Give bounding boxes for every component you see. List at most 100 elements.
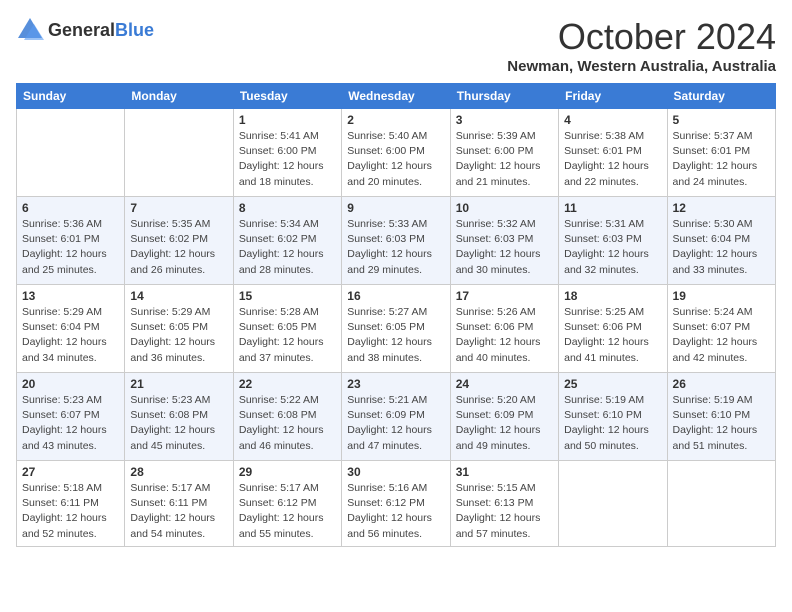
week-row: 1 Sunrise: 5:41 AMSunset: 6:00 PMDaylight…	[17, 109, 776, 197]
calendar-cell	[667, 461, 775, 547]
page-header: GeneralBlue October 2024 Newman, Western…	[16, 16, 776, 75]
day-info: Sunrise: 5:16 AMSunset: 6:12 PMDaylight:…	[347, 481, 444, 542]
day-info: Sunrise: 5:21 AMSunset: 6:09 PMDaylight:…	[347, 393, 444, 454]
day-info: Sunrise: 5:36 AMSunset: 6:01 PMDaylight:…	[22, 217, 119, 278]
day-number: 4	[564, 113, 661, 127]
calendar-cell: 2Sunrise: 5:40 AMSunset: 6:00 PMDaylight…	[342, 109, 450, 197]
calendar-cell: 17 Sunrise: 5:26 AMSunset: 6:06 PMDayligh…	[450, 285, 558, 373]
day-number: 29	[239, 465, 336, 479]
day-number: 15	[239, 289, 336, 303]
day-number: 3	[456, 113, 553, 127]
day-number: 22	[239, 377, 336, 391]
day-number: 23	[347, 377, 444, 391]
location-title: Newman, Western Australia, Australia	[507, 58, 776, 75]
day-info: Sunrise: 5:29 AMSunset: 6:05 PMDaylight:…	[130, 305, 227, 366]
day-info: Sunrise: 5:24 AMSunset: 6:07 PMDaylight:…	[673, 305, 770, 366]
calendar-cell: 18Sunrise: 5:25 AMSunset: 6:06 PMDayligh…	[559, 285, 667, 373]
calendar-cell: 4 Sunrise: 5:38 AMSunset: 6:01 PMDaylight…	[559, 109, 667, 197]
day-info: Sunrise: 5:26 AMSunset: 6:06 PMDaylight:…	[456, 305, 553, 366]
calendar-cell: 30Sunrise: 5:16 AMSunset: 6:12 PMDayligh…	[342, 461, 450, 547]
day-info: Sunrise: 5:23 AMSunset: 6:08 PMDaylight:…	[130, 393, 227, 454]
logo-icon	[16, 16, 44, 44]
day-info: Sunrise: 5:17 AMSunset: 6:12 PMDaylight:…	[239, 481, 336, 542]
day-info: Sunrise: 5:27 AMSunset: 6:05 PMDaylight:…	[347, 305, 444, 366]
day-number: 16	[347, 289, 444, 303]
day-info: Sunrise: 5:28 AMSunset: 6:05 PMDaylight:…	[239, 305, 336, 366]
day-info: Sunrise: 5:19 AMSunset: 6:10 PMDaylight:…	[673, 393, 770, 454]
day-number: 19	[673, 289, 770, 303]
week-row: 27 Sunrise: 5:18 AMSunset: 6:11 PMDayligh…	[17, 461, 776, 547]
day-number: 28	[130, 465, 227, 479]
logo-blue: Blue	[115, 20, 154, 40]
title-area: October 2024 Newman, Western Australia, …	[507, 16, 776, 75]
day-info: Sunrise: 5:32 AMSunset: 6:03 PMDaylight:…	[456, 217, 553, 278]
calendar-cell: 10 Sunrise: 5:32 AMSunset: 6:03 PMDayligh…	[450, 197, 558, 285]
calendar-cell: 5 Sunrise: 5:37 AMSunset: 6:01 PMDaylight…	[667, 109, 775, 197]
day-number: 7	[130, 201, 227, 215]
calendar-cell: 13 Sunrise: 5:29 AMSunset: 6:04 PMDayligh…	[17, 285, 125, 373]
weekday-header: Wednesday	[342, 84, 450, 109]
day-number: 24	[456, 377, 553, 391]
weekday-header: Tuesday	[233, 84, 341, 109]
logo-text: GeneralBlue	[48, 20, 154, 41]
day-number: 5	[673, 113, 770, 127]
day-number: 17	[456, 289, 553, 303]
day-info: Sunrise: 5:29 AMSunset: 6:04 PMDaylight:…	[22, 305, 119, 366]
calendar-cell	[559, 461, 667, 547]
weekday-header-row: SundayMondayTuesdayWednesdayThursdayFrid…	[17, 84, 776, 109]
week-row: 20Sunrise: 5:23 AMSunset: 6:07 PMDayligh…	[17, 373, 776, 461]
day-number: 2	[347, 113, 444, 127]
day-info: Sunrise: 5:31 AMSunset: 6:03 PMDaylight:…	[564, 217, 661, 278]
day-info: Sunrise: 5:25 AMSunset: 6:06 PMDaylight:…	[564, 305, 661, 366]
day-info: Sunrise: 5:19 AMSunset: 6:10 PMDaylight:…	[564, 393, 661, 454]
day-info: Sunrise: 5:15 AMSunset: 6:13 PMDaylight:…	[456, 481, 553, 542]
logo-general: General	[48, 20, 115, 40]
day-info: Sunrise: 5:20 AMSunset: 6:09 PMDaylight:…	[456, 393, 553, 454]
week-row: 6 Sunrise: 5:36 AMSunset: 6:01 PMDaylight…	[17, 197, 776, 285]
weekday-header: Thursday	[450, 84, 558, 109]
day-number: 1	[239, 113, 336, 127]
calendar-cell	[17, 109, 125, 197]
day-number: 6	[22, 201, 119, 215]
day-number: 20	[22, 377, 119, 391]
calendar-cell: 1 Sunrise: 5:41 AMSunset: 6:00 PMDaylight…	[233, 109, 341, 197]
calendar-cell: 9 Sunrise: 5:33 AMSunset: 6:03 PMDaylight…	[342, 197, 450, 285]
day-info: Sunrise: 5:37 AMSunset: 6:01 PMDaylight:…	[673, 129, 770, 190]
calendar-cell: 3Sunrise: 5:39 AMSunset: 6:00 PMDaylight…	[450, 109, 558, 197]
day-number: 13	[22, 289, 119, 303]
day-info: Sunrise: 5:18 AMSunset: 6:11 PMDaylight:…	[22, 481, 119, 542]
day-number: 25	[564, 377, 661, 391]
day-info: Sunrise: 5:22 AMSunset: 6:08 PMDaylight:…	[239, 393, 336, 454]
calendar-cell: 26 Sunrise: 5:19 AMSunset: 6:10 PMDayligh…	[667, 373, 775, 461]
day-number: 8	[239, 201, 336, 215]
calendar-cell	[125, 109, 233, 197]
day-number: 14	[130, 289, 227, 303]
day-number: 12	[673, 201, 770, 215]
calendar-cell: 11 Sunrise: 5:31 AMSunset: 6:03 PMDayligh…	[559, 197, 667, 285]
calendar-cell: 14 Sunrise: 5:29 AMSunset: 6:05 PMDayligh…	[125, 285, 233, 373]
calendar-cell: 6 Sunrise: 5:36 AMSunset: 6:01 PMDaylight…	[17, 197, 125, 285]
day-info: Sunrise: 5:38 AMSunset: 6:01 PMDaylight:…	[564, 129, 661, 190]
calendar-cell: 22 Sunrise: 5:22 AMSunset: 6:08 PMDayligh…	[233, 373, 341, 461]
calendar-cell: 21Sunrise: 5:23 AMSunset: 6:08 PMDayligh…	[125, 373, 233, 461]
calendar-cell: 29 Sunrise: 5:17 AMSunset: 6:12 PMDayligh…	[233, 461, 341, 547]
calendar-cell: 19 Sunrise: 5:24 AMSunset: 6:07 PMDayligh…	[667, 285, 775, 373]
day-number: 31	[456, 465, 553, 479]
calendar: SundayMondayTuesdayWednesdayThursdayFrid…	[16, 83, 776, 547]
day-number: 26	[673, 377, 770, 391]
weekday-header: Monday	[125, 84, 233, 109]
calendar-cell: 25 Sunrise: 5:19 AMSunset: 6:10 PMDayligh…	[559, 373, 667, 461]
day-info: Sunrise: 5:33 AMSunset: 6:03 PMDaylight:…	[347, 217, 444, 278]
calendar-cell: 7Sunrise: 5:35 AMSunset: 6:02 PMDaylight…	[125, 197, 233, 285]
day-info: Sunrise: 5:41 AMSunset: 6:00 PMDaylight:…	[239, 129, 336, 190]
calendar-cell: 27 Sunrise: 5:18 AMSunset: 6:11 PMDayligh…	[17, 461, 125, 547]
calendar-cell: 16 Sunrise: 5:27 AMSunset: 6:05 PMDayligh…	[342, 285, 450, 373]
calendar-cell: 28Sunrise: 5:17 AMSunset: 6:11 PMDayligh…	[125, 461, 233, 547]
day-number: 9	[347, 201, 444, 215]
day-number: 10	[456, 201, 553, 215]
day-number: 11	[564, 201, 661, 215]
calendar-cell: 24 Sunrise: 5:20 AMSunset: 6:09 PMDayligh…	[450, 373, 558, 461]
day-number: 27	[22, 465, 119, 479]
day-info: Sunrise: 5:30 AMSunset: 6:04 PMDaylight:…	[673, 217, 770, 278]
calendar-cell: 23 Sunrise: 5:21 AMSunset: 6:09 PMDayligh…	[342, 373, 450, 461]
